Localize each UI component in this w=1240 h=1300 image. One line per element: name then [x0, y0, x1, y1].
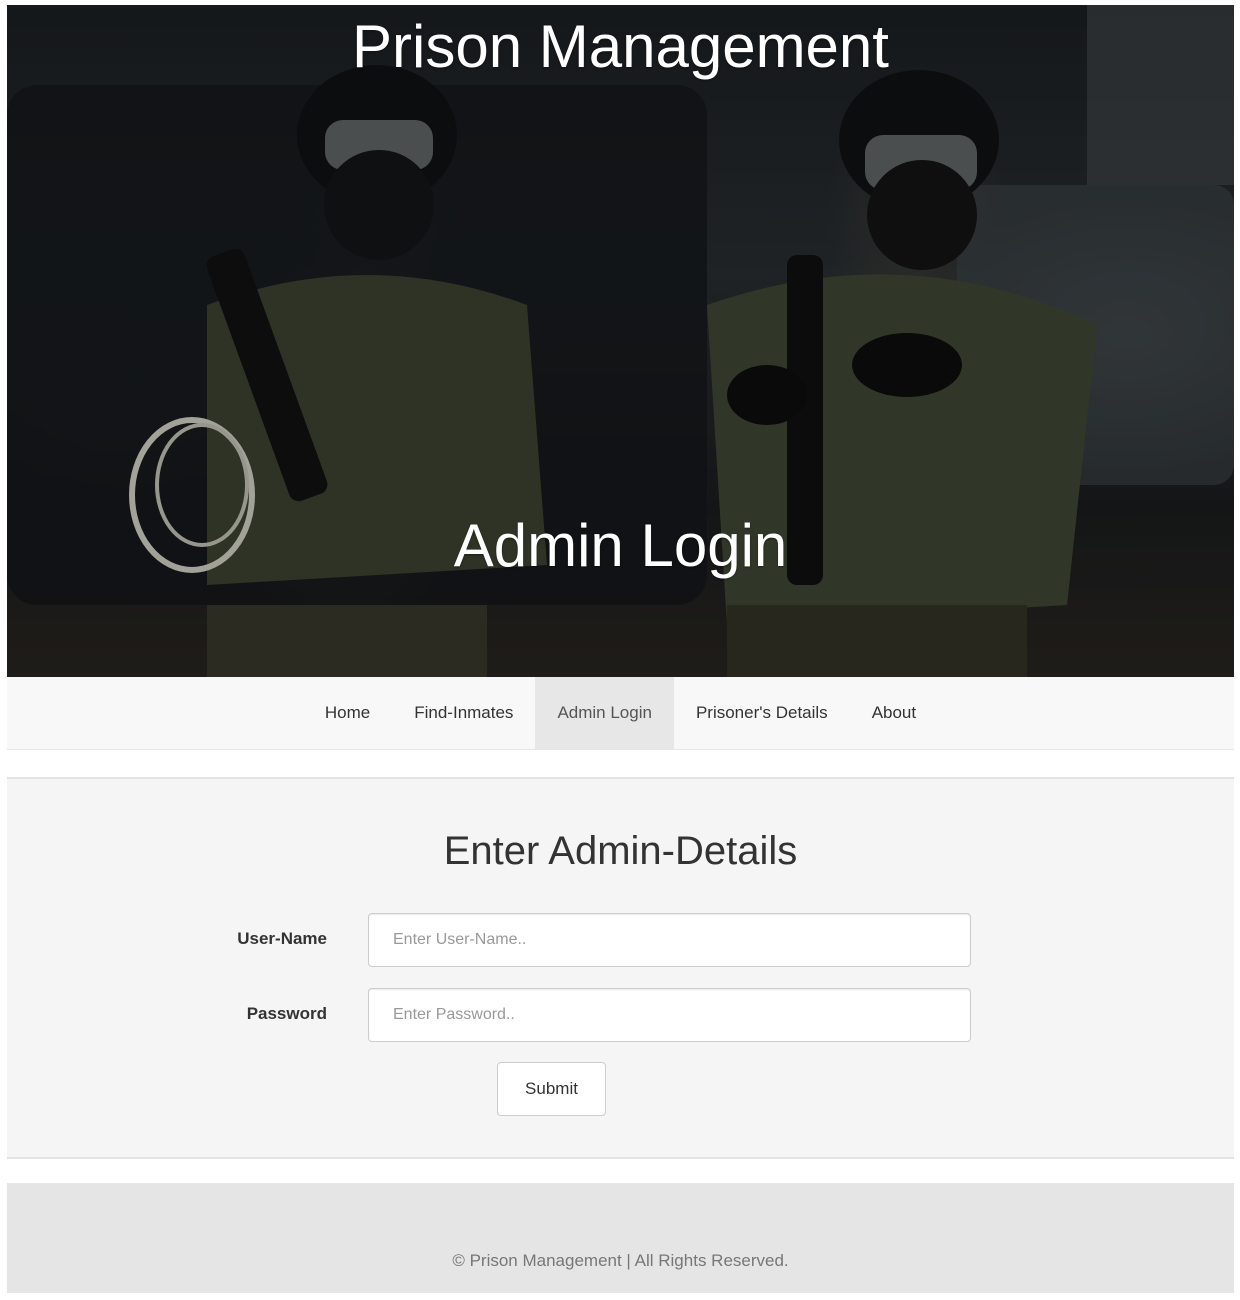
hero-banner: Prison Management Admin Login — [7, 5, 1234, 677]
form-heading: Enter Admin-Details — [443, 829, 798, 873]
submit-button[interactable]: Submit — [497, 1062, 606, 1116]
page: Prison Management Admin Login Home Find-… — [7, 5, 1234, 1293]
admin-login-form: Enter Admin-Details User-Name Password S… — [7, 777, 1234, 1159]
nav-admin-login[interactable]: Admin Login — [535, 677, 674, 749]
page-subtitle: Admin Login — [453, 512, 788, 579]
nav-prisoners-details[interactable]: Prisoner's Details — [674, 677, 850, 749]
nav-home[interactable]: Home — [303, 677, 392, 749]
footer: © Prison Management | All Rights Reserve… — [7, 1183, 1234, 1293]
nav-find-inmates[interactable]: Find-Inmates — [392, 677, 535, 749]
nav-about[interactable]: About — [850, 677, 938, 749]
site-title: Prison Management — [352, 13, 889, 80]
password-input[interactable] — [368, 988, 971, 1042]
main-navbar: Home Find-Inmates Admin Login Prisoner's… — [7, 677, 1234, 750]
username-label: User-Name — [237, 929, 327, 948]
username-input[interactable] — [368, 913, 971, 967]
footer-copyright: © Prison Management | All Rights Reserve… — [452, 1251, 789, 1270]
password-label: Password — [246, 1004, 327, 1023]
